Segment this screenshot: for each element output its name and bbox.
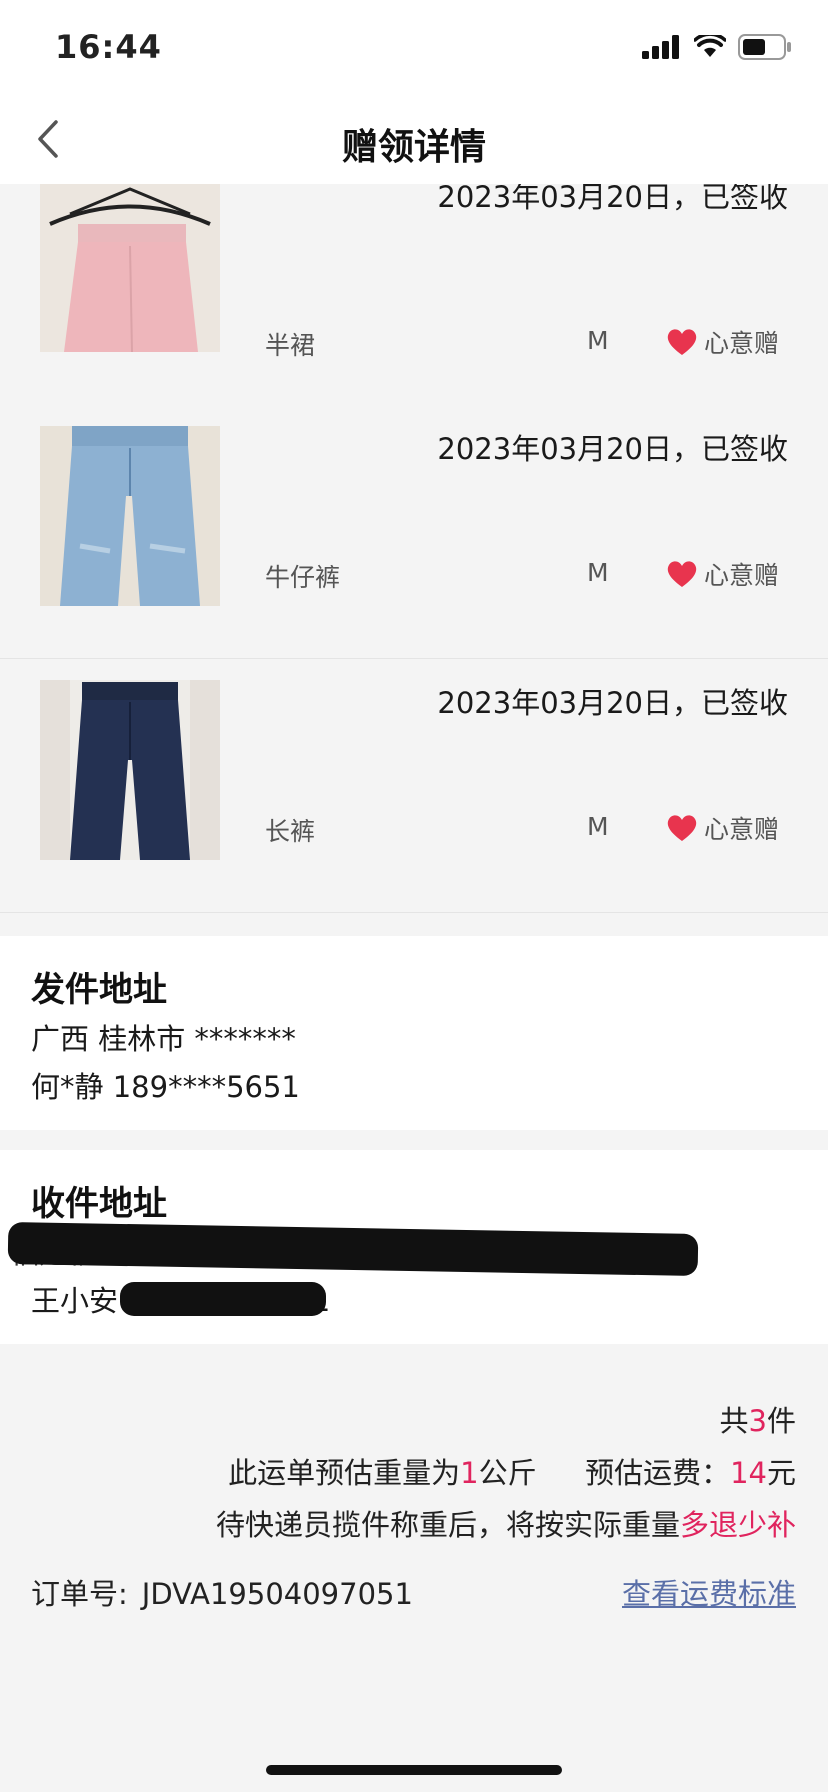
status-bar: 16:44: [0, 0, 828, 96]
page-title: 赠领详情: [341, 127, 486, 168]
redaction-scribble: [120, 1282, 326, 1316]
item-thumbnail-blue-jeans: [40, 426, 220, 606]
gift-tag: 心意赠: [666, 810, 779, 846]
sender-address-title: 发件地址: [31, 970, 167, 1010]
weight-value: 1: [460, 1456, 479, 1490]
list-item[interactable]: 2023年03月20日，已签收 长裤 M 心意赠: [0, 660, 828, 913]
fee-value: 14: [730, 1456, 767, 1490]
sender-contact: 何*静 189****5651: [31, 1070, 300, 1104]
gift-label: 心意赠: [704, 329, 780, 358]
item-count-value: 3: [748, 1404, 767, 1438]
item-name: 牛仔裤: [265, 563, 341, 592]
item-count: 共3件: [719, 1404, 796, 1438]
item-size: M: [587, 812, 609, 841]
item-date: 2023年03月20日，已签收: [437, 686, 788, 720]
status-time: 16:44: [55, 28, 162, 66]
weight-note: 待快递员揽件称重后，将按实际重量多退少补: [215, 1508, 796, 1542]
item-date: 2023年03月20日，已签收: [437, 432, 788, 466]
view-fee-standard-link[interactable]: 查看运费标准: [622, 1571, 796, 1613]
item-size: M: [587, 326, 609, 355]
heart-icon: [667, 329, 697, 355]
nav-bar: 赠领详情: [0, 96, 828, 184]
gift-label: 心意赠: [704, 815, 780, 844]
heart-icon: [667, 561, 697, 587]
sender-address-card: 发件地址 广西 桂林市 ******* 何*静 189****5651: [0, 936, 828, 1130]
signal-icon: [642, 35, 679, 59]
receiver-address-card: 收件地址 福建福州市市区路132号701室沐日时光服务店 王小安 1865911…: [0, 1150, 828, 1344]
wifi-icon: [694, 35, 726, 57]
home-indicator: [266, 1765, 562, 1775]
gift-tag: 心意赠: [666, 556, 779, 592]
receiver-address-title: 收件地址: [31, 1184, 167, 1224]
refund-note: 多退少补: [679, 1508, 796, 1542]
sender-region: 广西 桂林市 *******: [31, 1022, 296, 1056]
weight-and-fee: 此运单预估重量为1公斤 预估运费：14元: [228, 1456, 796, 1490]
item-size: M: [587, 558, 609, 587]
list-item[interactable]: 2023年03月20日，已签收 牛仔裤 M 心意赠: [0, 406, 828, 659]
list-item[interactable]: 2023年03月20日，已签收 半裙 M 心意赠: [0, 154, 828, 407]
item-name: 长裤: [265, 817, 316, 846]
order-number: 订单号: JDVA19504097051: [31, 1577, 413, 1611]
item-thumbnail-dark-trousers: [40, 680, 220, 860]
item-name: 半裙: [265, 331, 316, 360]
order-number-value: JDVA19504097051: [141, 1577, 413, 1611]
battery-icon: [738, 34, 791, 60]
gift-label: 心意赠: [704, 561, 780, 590]
item-thumbnail-pink-skirt: [40, 184, 220, 352]
status-icons: [642, 34, 792, 60]
heart-icon: [667, 815, 697, 841]
gift-tag: 心意赠: [666, 324, 779, 360]
